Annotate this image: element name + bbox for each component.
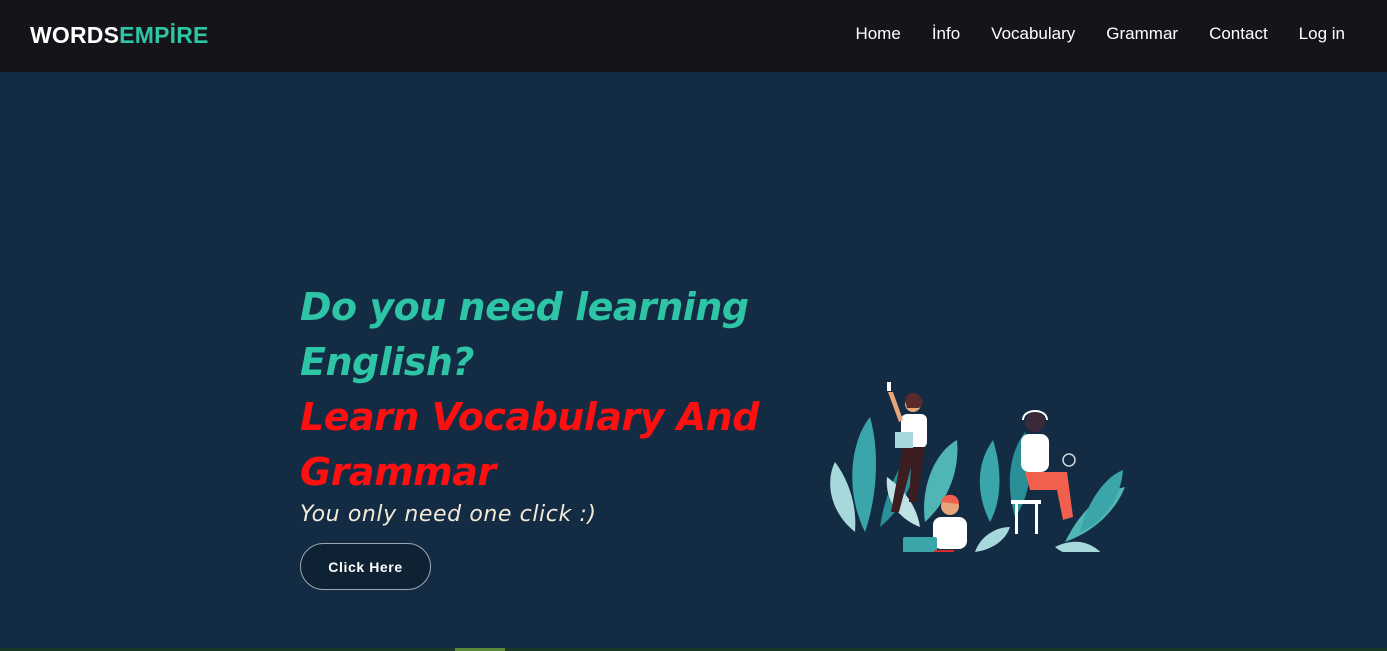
brand-logo[interactable]: WORDSEMPİRE: [30, 21, 209, 49]
nav-contact[interactable]: Contact: [1209, 24, 1268, 44]
brand-part-1: WORDS: [30, 22, 120, 48]
leaf-cluster-left: [830, 417, 958, 532]
hero-headline-question: Do you need learning English?: [300, 285, 749, 384]
main-nav: Home İnfo Vocabulary Grammar Contact Log…: [855, 24, 1345, 44]
brand-part-2: EMPİRE: [119, 22, 209, 48]
navbar: WORDSEMPİRE Home İnfo Vocabulary Grammar…: [0, 0, 1387, 72]
people-learning-illustration: [830, 382, 1125, 552]
hero-section: Do you need learning English? Learn Voca…: [0, 72, 1387, 648]
nav-info[interactable]: İnfo: [932, 24, 960, 44]
nav-vocabulary[interactable]: Vocabulary: [991, 24, 1075, 44]
nav-grammar[interactable]: Grammar: [1106, 24, 1178, 44]
hero-headline-offer: Learn Vocabulary And Grammar: [300, 395, 759, 494]
leaf-cluster-right: [975, 432, 1125, 552]
nav-login[interactable]: Log in: [1299, 24, 1345, 44]
nav-home[interactable]: Home: [855, 24, 900, 44]
hero-headline: Do you need learning English? Learn Voca…: [300, 280, 780, 500]
click-here-button[interactable]: Click Here: [300, 543, 431, 590]
hero-subtitle: You only need one click :): [300, 502, 597, 527]
